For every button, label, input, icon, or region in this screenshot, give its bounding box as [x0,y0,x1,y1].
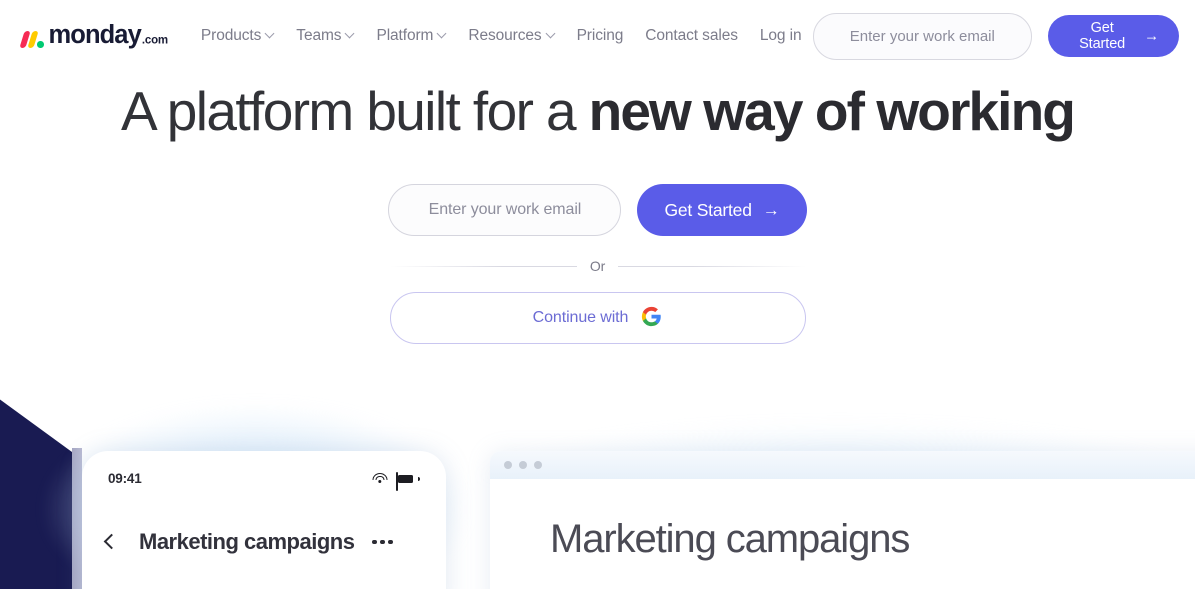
phone-board-header: Marketing campaigns [82,529,446,555]
page-title: A platform built for a new way of workin… [0,72,1195,139]
chevron-down-icon [346,30,354,38]
nav-item-pricing[interactable]: Pricing [566,21,635,51]
hero-email-field[interactable] [388,184,622,236]
browser-title-bar [490,451,1195,479]
browser-dot-maximize [534,461,542,469]
header-actions: Get Started → [812,12,1179,60]
header-get-started-button[interactable]: Get Started → [1048,15,1179,57]
nav-label: Log in [759,27,802,44]
browser-dot-minimize [519,461,527,469]
nav-item-contact-sales[interactable]: Contact sales [634,21,749,51]
chevron-down-icon [547,30,555,38]
phone-clock: 09:41 [108,471,142,486]
divider-rule-left [389,265,577,267]
divider-rule-right [618,265,806,267]
header-email-input[interactable] [813,13,1032,59]
continue-with-google-button[interactable]: Continue with [389,292,806,344]
nav-item-resources[interactable]: Resources [457,21,565,51]
nav-label: Platform [376,27,434,44]
hero-get-started-button[interactable]: Get Started → [637,184,807,236]
wifi-icon [372,472,388,485]
nav-item-teams[interactable]: Teams [285,21,365,51]
nav-label: Pricing [576,27,624,44]
desktop-app-mockup: Marketing campaigns [490,451,1195,589]
product-mockup-stage: 09:41 Marketing campaigns Marketing camp… [0,380,1195,589]
browser-content: Marketing campaigns [490,479,1195,562]
back-chevron-icon[interactable] [104,532,117,552]
header-email-field[interactable] [812,12,1033,60]
phone-status-icons [372,471,420,491]
nav-label: Contact sales [645,27,738,44]
continue-with-google-label: Continue with [532,309,629,326]
google-icon [641,306,662,330]
or-label: Or [589,258,606,274]
nav-item-log-in[interactable]: Log in [749,21,813,51]
header-get-started-label: Get Started [1079,20,1126,52]
browser-board-title: Marketing campaigns [550,517,910,561]
landing-page: monday .com Products Teams Platform Reso… [0,0,1195,589]
main-navigation: Products Teams Platform Resources Pricin… [190,21,813,51]
logo-wordmark: monday [48,21,142,50]
browser-dot-close [504,461,512,469]
headline-bold-part: new way of working [588,80,1076,142]
nav-label: Products [200,27,262,44]
or-divider: Or [389,258,806,274]
mobile-app-mockup: 09:41 Marketing campaigns [82,451,446,589]
more-options-icon[interactable] [372,539,393,545]
battery-icon [396,471,420,491]
monday-logo-mark-icon [19,30,44,48]
chevron-down-icon [266,30,274,38]
hero-email-input[interactable] [389,185,621,235]
nav-item-platform[interactable]: Platform [365,21,457,51]
arrow-right-icon: → [1144,27,1159,44]
hero-signup-form: Get Started → [0,184,1195,236]
logo-dot-green [37,41,44,48]
phone-board-title: Marketing campaigns [139,529,355,554]
logo-tld: .com [141,34,168,47]
nav-label: Resources [468,27,542,44]
site-header: monday .com Products Teams Platform Reso… [0,0,1195,72]
arrow-right-icon: → [762,200,780,219]
phone-status-bar: 09:41 [82,471,446,491]
chevron-down-icon [438,30,446,38]
monday-logo[interactable]: monday .com [19,21,168,50]
headline-light-part: A platform built for a [121,80,589,142]
hero-get-started-label: Get Started [664,199,752,220]
nav-label: Teams [296,27,342,44]
nav-item-products[interactable]: Products [190,21,285,51]
hero-section: A platform built for a new way of workin… [0,72,1195,344]
